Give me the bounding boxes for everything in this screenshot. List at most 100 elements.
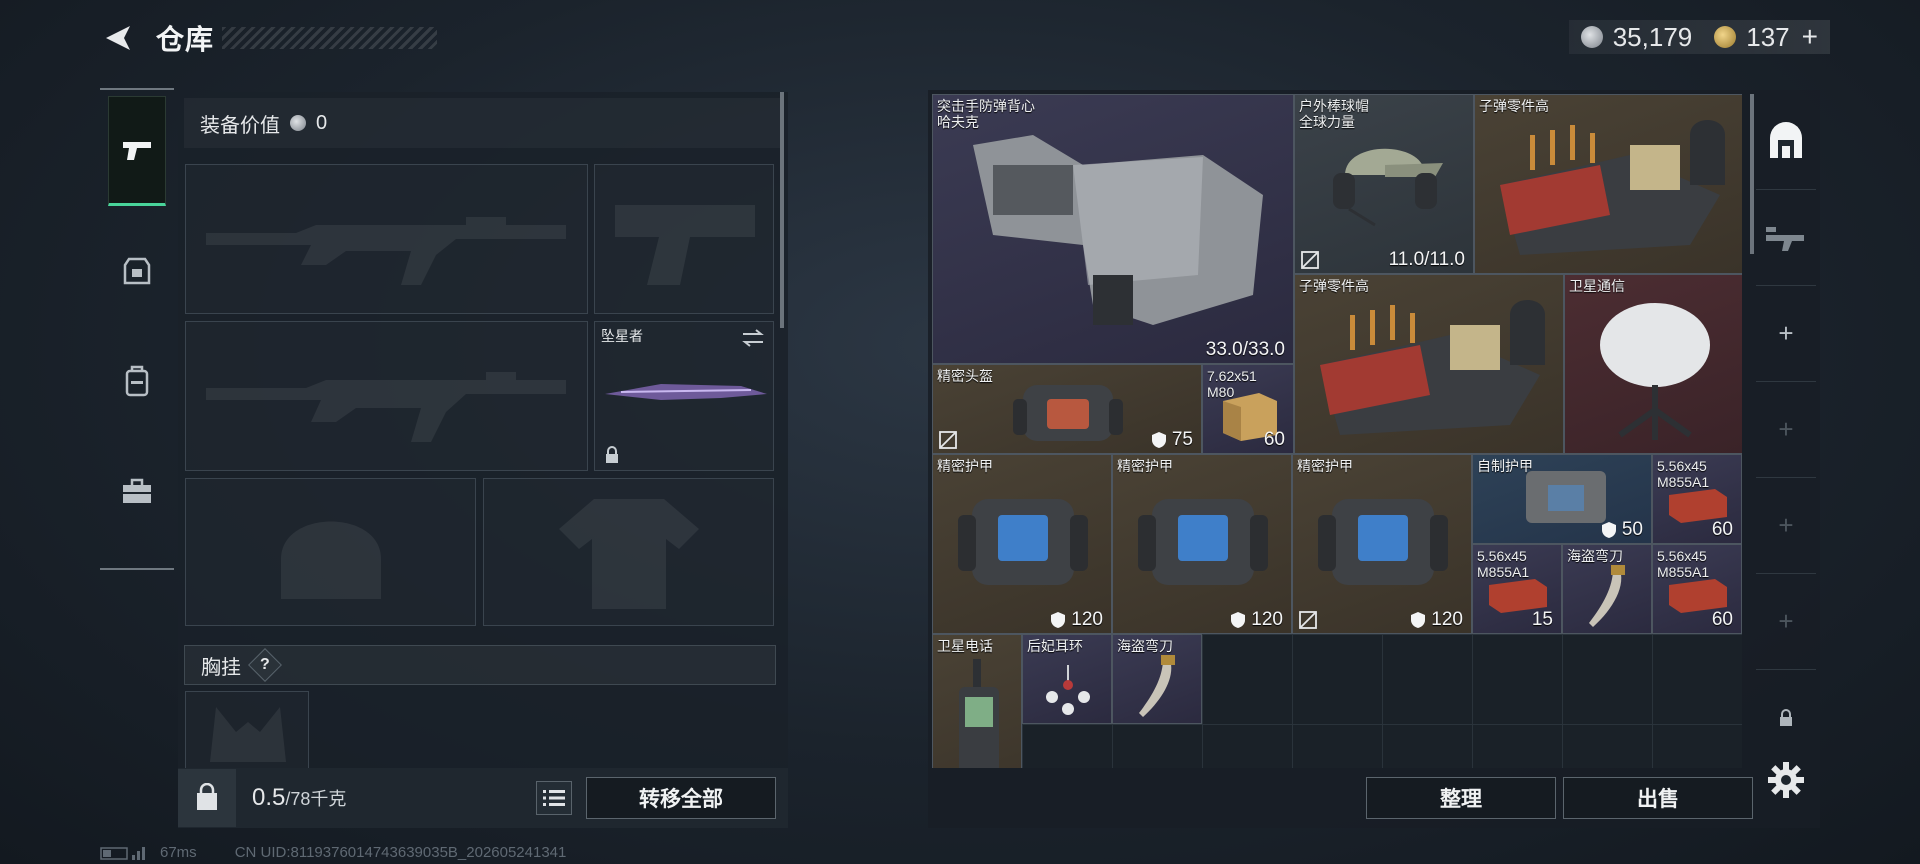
armor-bag-icon: [958, 499, 1088, 585]
helmet-silhouette-icon: [281, 521, 381, 599]
shield-icon: [1601, 522, 1616, 538]
stash-item-precision-armor[interactable]: 精密护甲 120: [932, 454, 1112, 634]
no-repair-icon: [939, 431, 957, 449]
equipment-value-label: 装备价值: [200, 114, 280, 137]
stash-item-556-ammo[interactable]: 5.56x45 M855A1 60: [1652, 454, 1742, 544]
stash-item-satellite-phone[interactable]: 卫星电话: [932, 634, 1022, 768]
loadout-scrollbar[interactable]: [780, 92, 784, 328]
shield-icon: [1231, 612, 1246, 628]
chest-rig-slot[interactable]: [185, 691, 309, 771]
stash-tab-locked-3[interactable]: +: [1756, 574, 1816, 670]
stash-item-homemade-armor[interactable]: 自制护甲 50: [1472, 454, 1652, 544]
rail-item-armor[interactable]: [108, 216, 166, 326]
shield-icon: [1411, 612, 1426, 628]
stash-item-precision-armor[interactable]: 精密护甲 120: [1292, 454, 1472, 634]
armor-rating: 50: [1601, 519, 1643, 541]
category-rail: [100, 88, 174, 570]
item-name: 5.56x45 M855A1: [1657, 548, 1710, 580]
satellite-dish-icon: [1600, 303, 1710, 440]
stash-item-762-ammo[interactable]: 7.62x51 M80 60: [1202, 364, 1294, 454]
pistol-icon: [123, 142, 151, 160]
rail-item-toolbox[interactable]: [108, 436, 166, 546]
stash-tab-weapons[interactable]: [1756, 190, 1816, 286]
stash-item-baseball-cap[interactable]: 户外棒球帽 全球力量 11.0/11.0: [1294, 94, 1474, 274]
stash-item-pirate-cutlass[interactable]: 海盗弯刀: [1562, 544, 1652, 634]
durability: 11.0/11.0: [1388, 249, 1465, 270]
stash-scrollbar[interactable]: [1750, 94, 1754, 254]
helmet-bag-icon: [1013, 385, 1123, 441]
sidearm-slot[interactable]: [594, 164, 774, 314]
stash-item-pirate-cutlass[interactable]: 海盗弯刀: [1112, 634, 1202, 724]
armor-value: 50: [1621, 519, 1643, 540]
item-name: 户外棒球帽 全球力量: [1299, 98, 1369, 130]
armor-rating: 120: [1230, 609, 1283, 631]
stash-item-precision-armor[interactable]: 精密护甲 120: [1112, 454, 1292, 634]
stash-tab-main[interactable]: [1756, 94, 1816, 190]
list-view-button[interactable]: [536, 781, 572, 815]
armor-bag-icon: [1138, 499, 1268, 585]
armor-value: 120: [1071, 609, 1103, 630]
no-repair-icon: [1301, 251, 1319, 269]
vest-silhouette-icon: [210, 707, 286, 762]
rifle-silhouette-icon: [206, 372, 566, 442]
shield-icon: [1051, 612, 1066, 628]
help-badge[interactable]: ?: [248, 648, 282, 682]
stash-item-bullet-parts[interactable]: 子弹零件高: [1294, 274, 1564, 454]
battery-signal-icon: [100, 846, 145, 860]
item-name: 卫星通信: [1569, 278, 1625, 294]
page-title: 仓库: [156, 24, 215, 55]
melee-slot[interactable]: 坠星者: [594, 321, 774, 471]
transfer-all-button[interactable]: 转移全部: [586, 777, 776, 819]
armor-value: 120: [1251, 609, 1283, 630]
rifle-tab-icon: [1766, 226, 1804, 251]
stash-item-consort-earrings[interactable]: 后妃耳环: [1022, 634, 1112, 724]
satellite-phone-icon: [959, 659, 999, 768]
lock-icon: [1780, 709, 1792, 726]
helmet-slot[interactable]: [185, 478, 476, 626]
plus-icon: +: [1778, 510, 1794, 540]
plus-icon: +: [1778, 318, 1794, 348]
cutlass-icon: [1589, 565, 1625, 627]
stash-item-556-ammo[interactable]: 5.56x45 M855A1 15: [1472, 544, 1562, 634]
item-name: 7.62x51 M80: [1207, 368, 1257, 400]
weight-current: 0.5: [252, 784, 286, 811]
back-arrow-icon[interactable]: [100, 20, 136, 56]
stash-item-precision-helmet[interactable]: 精密头盔 75: [932, 364, 1202, 454]
equipment-value: 0: [316, 111, 328, 134]
user-uid: CN UID:8119376014743639035B_202605241341: [234, 844, 567, 861]
rail-item-weapons[interactable]: [108, 96, 166, 206]
chest-rig-header: 胸挂 ?: [184, 645, 776, 685]
item-name: 海盗弯刀: [1117, 638, 1173, 654]
rail-item-backpack[interactable]: [108, 326, 166, 436]
stash-tab-add[interactable]: +: [1756, 286, 1816, 382]
storage-tab-icon: [1770, 121, 1802, 158]
item-name: 5.56x45 M855A1: [1657, 458, 1710, 490]
backpack-icon: [125, 365, 149, 397]
status-bar: 67ms CN UID:8119376014743639035B_2026052…: [100, 844, 566, 861]
stash-tab-locked-1[interactable]: +: [1756, 382, 1816, 478]
primary-weapon-slot[interactable]: [185, 164, 588, 314]
swap-icon[interactable]: [741, 328, 765, 348]
shield-icon: [1151, 432, 1166, 448]
sell-button[interactable]: 出售: [1563, 777, 1753, 819]
stash-tab-rail: + + + +: [1756, 94, 1816, 766]
item-name: 子弹零件高: [1299, 278, 1369, 294]
item-name: 卫星电话: [937, 638, 993, 654]
body-armor-slot[interactable]: [483, 478, 774, 626]
stash-item-556-ammo[interactable]: 5.56x45 M855A1 60: [1652, 544, 1742, 634]
stash-item-satellite-comm[interactable]: 卫星通信: [1564, 274, 1742, 454]
stash-item-bullet-parts[interactable]: 子弹零件高: [1474, 94, 1742, 274]
armor-vest-icon: [123, 257, 151, 285]
stash-item-assault-vest[interactable]: 突击手防弹背心 哈夫克 33.0/33.0: [932, 94, 1294, 364]
stash-lock-toggle[interactable]: [1756, 670, 1816, 766]
weight-footer: 0.5/78千克 转移全部: [178, 768, 788, 828]
item-name: 海盗弯刀: [1567, 548, 1623, 564]
plus-icon: +: [1778, 414, 1794, 444]
organize-button[interactable]: 整理: [1366, 777, 1556, 819]
settings-gear-icon[interactable]: [1766, 760, 1806, 800]
secondary-weapon-slot[interactable]: [185, 321, 588, 471]
weight-readout: 0.5/78千克: [252, 784, 346, 812]
add-currency-button[interactable]: +: [1802, 21, 1818, 53]
stash-tab-locked-2[interactable]: +: [1756, 478, 1816, 574]
list-icon: [543, 790, 565, 806]
